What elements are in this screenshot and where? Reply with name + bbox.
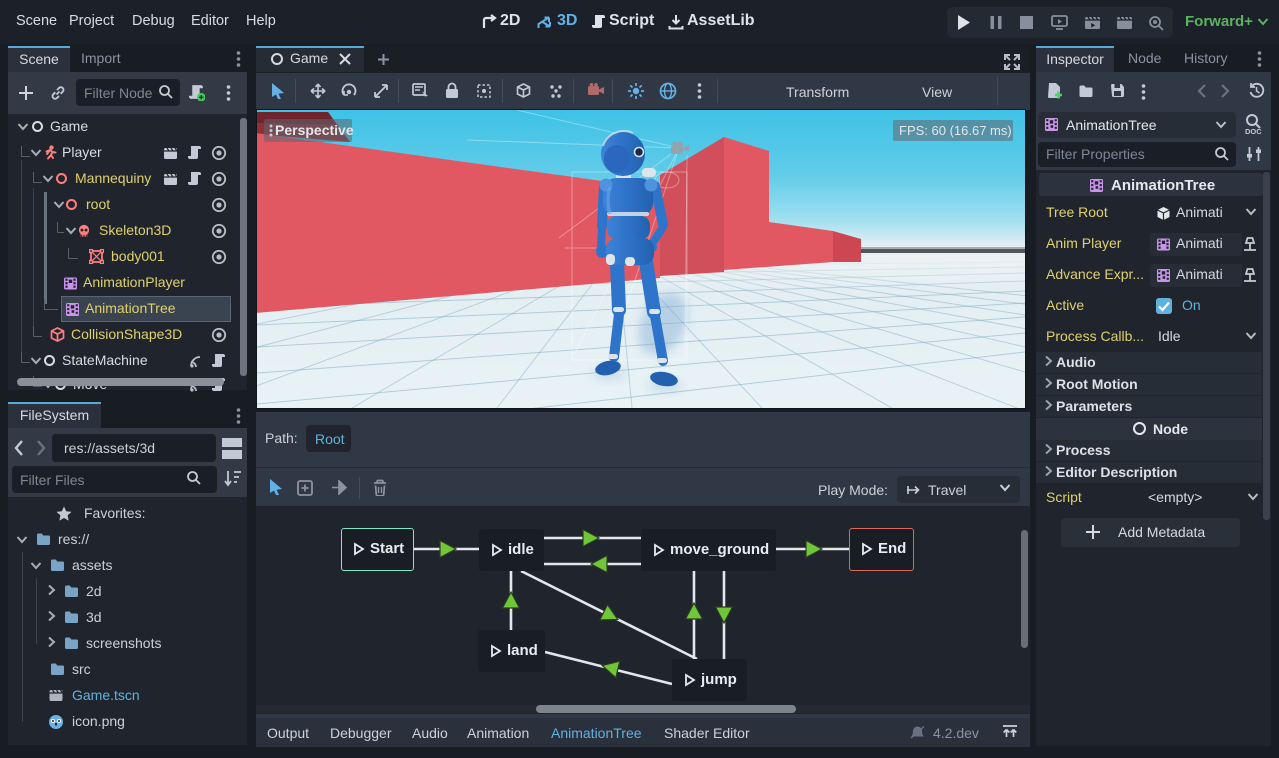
svg-text:DOC: DOC	[1245, 127, 1262, 135]
